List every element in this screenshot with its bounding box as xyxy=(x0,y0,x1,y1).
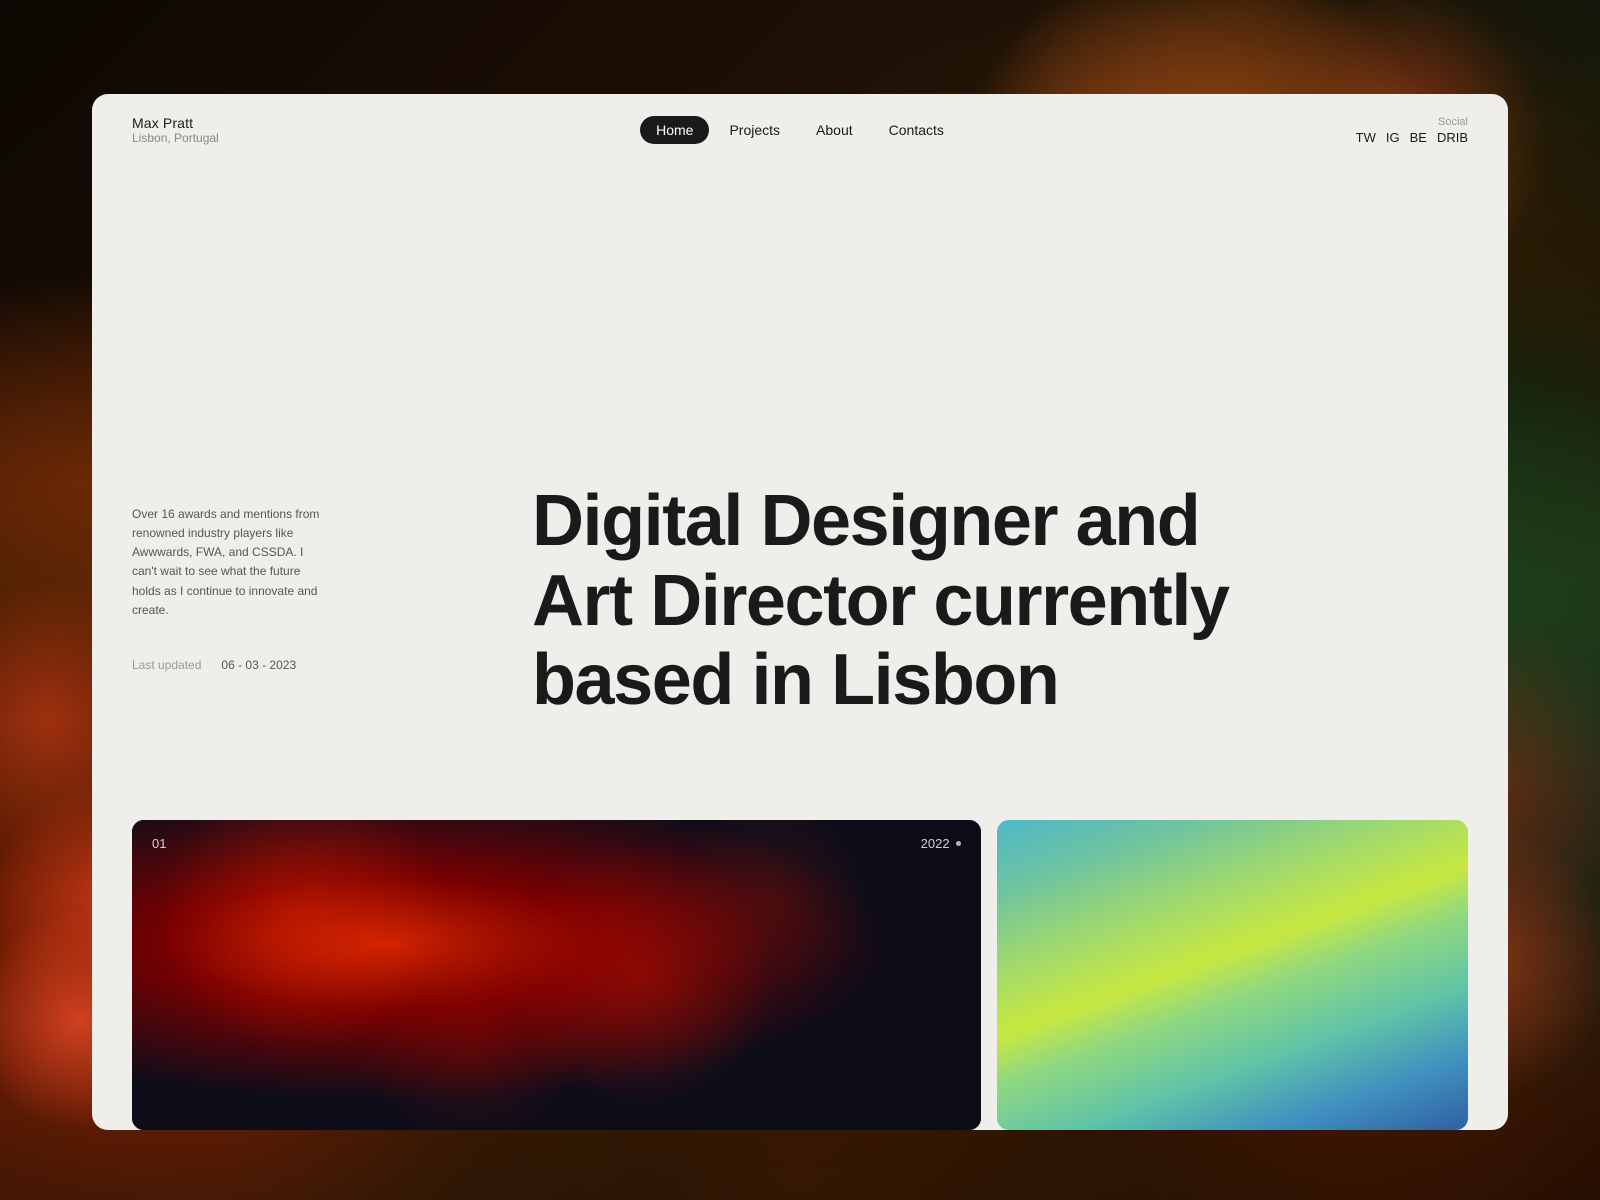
projects-row: 01 2022 xyxy=(92,820,1508,1130)
project-card-2[interactable] xyxy=(997,820,1468,1130)
project-card-1[interactable]: 01 2022 xyxy=(132,820,981,1130)
project-card-1-year: 2022 xyxy=(921,836,961,851)
nav-social: Social TW IG BE DRIB xyxy=(1308,116,1468,145)
social-label: Social xyxy=(1438,116,1468,128)
hero-last-updated: Last updated 06 - 03 - 2023 xyxy=(132,658,296,672)
social-be[interactable]: BE xyxy=(1410,130,1427,145)
project-card-1-number: 01 xyxy=(152,836,166,851)
brand: Max Pratt Lisbon, Portugal xyxy=(132,115,292,145)
hero-title: Digital Designer and Art Director curren… xyxy=(532,482,1468,720)
navigation: Max Pratt Lisbon, Portugal Home Projects… xyxy=(92,94,1508,166)
hero-headline: Digital Designer and Art Director curren… xyxy=(532,482,1468,720)
hero-description-block: Over 16 awards and mentions from renowne… xyxy=(132,505,322,620)
nav-projects[interactable]: Projects xyxy=(713,116,796,144)
hero-description: Over 16 awards and mentions from renowne… xyxy=(132,505,322,620)
main-card: Max Pratt Lisbon, Portugal Home Projects… xyxy=(92,94,1508,1130)
last-updated-label: Last updated xyxy=(132,658,201,672)
hero-title-line3: based in Lisbon xyxy=(532,640,1058,720)
hero-title-line2: Art Director currently xyxy=(532,561,1229,641)
last-updated-date: 06 - 03 - 2023 xyxy=(221,658,296,672)
project-card-1-image xyxy=(132,820,981,1130)
social-links: TW IG BE DRIB xyxy=(1356,130,1468,145)
brand-location: Lisbon, Portugal xyxy=(132,131,292,145)
social-tw[interactable]: TW xyxy=(1356,130,1376,145)
social-drib[interactable]: DRIB xyxy=(1437,130,1468,145)
hero-section: Over 16 awards and mentions from renowne… xyxy=(92,166,1508,820)
project-card-2-image xyxy=(997,820,1468,1130)
nav-home[interactable]: Home xyxy=(640,116,709,144)
social-ig[interactable]: IG xyxy=(1386,130,1400,145)
hero-title-line1: Digital Designer and xyxy=(532,481,1199,561)
nav-contacts[interactable]: Contacts xyxy=(873,116,960,144)
nav-links: Home Projects About Contacts xyxy=(640,116,960,144)
nav-about[interactable]: About xyxy=(800,116,869,144)
brand-name: Max Pratt xyxy=(132,115,292,131)
